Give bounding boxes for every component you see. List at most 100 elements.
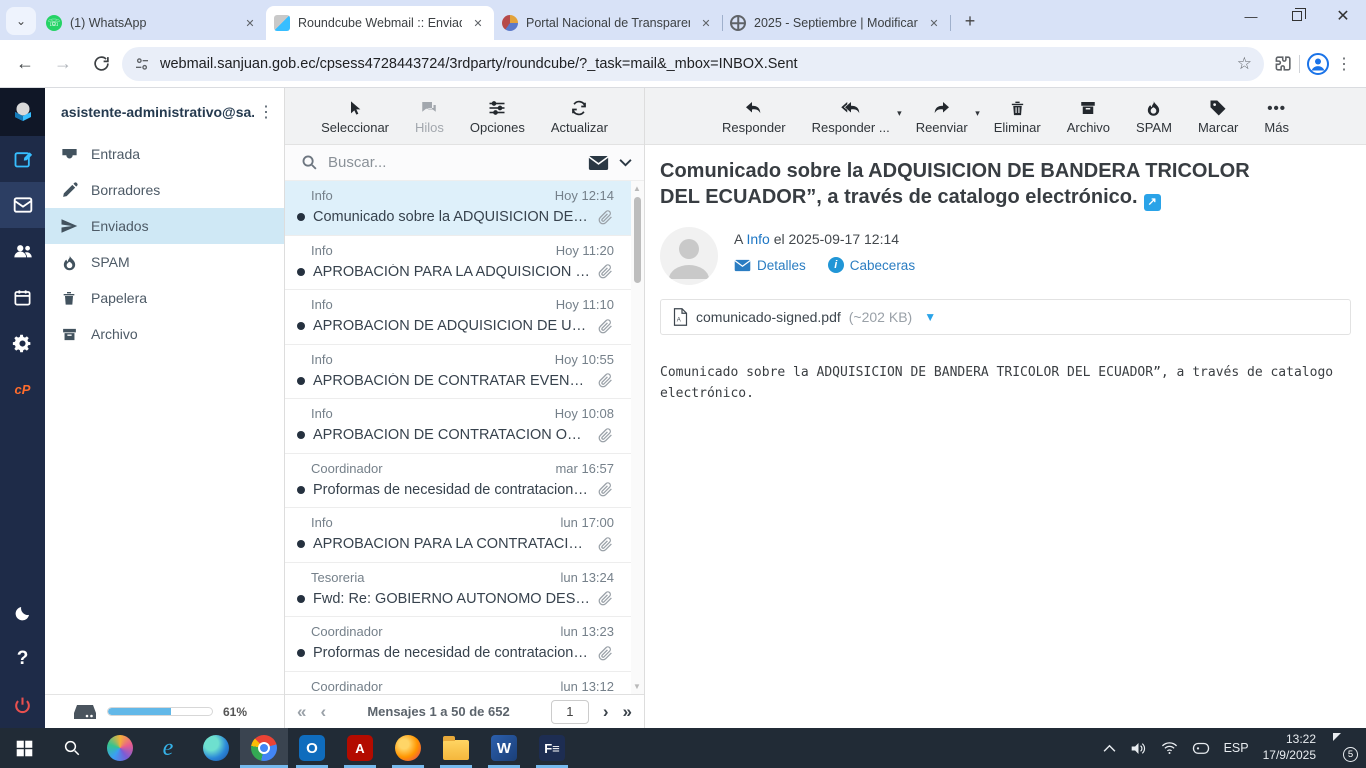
message-row[interactable]: Tesoreria lun 13:24 Fwd: Re: GOBIERNO AUT… (285, 563, 644, 617)
taskbar-search-button[interactable] (48, 728, 96, 768)
close-tab-icon[interactable]: ✕ (698, 15, 714, 31)
tab-septiembre[interactable]: 2025 - Septiembre | Modificar L ✕ (722, 6, 951, 40)
threads-button[interactable]: Hilos (415, 97, 444, 135)
chevron-down-icon[interactable] (619, 158, 632, 167)
extensions-icon[interactable] (1274, 54, 1293, 73)
folder-enviados[interactable]: Enviados (45, 208, 284, 244)
outlook-button[interactable]: O (288, 728, 336, 768)
close-window-button[interactable]: ✕ (1320, 0, 1366, 32)
last-page-icon[interactable]: » (623, 702, 632, 722)
message-row[interactable]: Info Hoy 11:10 APROBACION DE ADQUISICION … (285, 290, 644, 345)
message-row[interactable]: Info lun 17:00 APROBACION PARA LA CONTRAT… (285, 508, 644, 563)
start-button[interactable] (0, 728, 48, 768)
new-tab-button[interactable]: + (956, 7, 984, 35)
firmaec-button[interactable]: F≡ (528, 728, 576, 768)
tab-search-button[interactable]: ⌄ (6, 7, 36, 35)
message-row[interactable]: Coordinador lun 13:23 Proformas de necesi… (285, 617, 644, 672)
tab-whatsapp[interactable]: ☏ (1) WhatsApp ✕ (38, 6, 267, 40)
select-button[interactable]: Seleccionar (321, 97, 389, 135)
chrome-button[interactable] (240, 728, 288, 768)
minimize-button[interactable]: — (1228, 0, 1274, 32)
headers-toggle[interactable]: i Cabeceras (827, 257, 915, 274)
tab-roundcube[interactable]: Roundcube Webmail :: Enviados ✕ (266, 6, 494, 40)
delete-button[interactable]: Eliminar (994, 97, 1041, 135)
folder-entrada[interactable]: Entrada (45, 136, 284, 172)
message-row[interactable]: Coordinador mar 16:57 Proformas de necesi… (285, 454, 644, 508)
folder-papelera[interactable]: Papelera (45, 280, 284, 316)
attachment-item[interactable]: A comunicado-signed.pdf (~202 KB) ▼ (660, 299, 1351, 336)
compose-button[interactable] (0, 136, 45, 182)
close-tab-icon[interactable]: ✕ (470, 15, 486, 31)
message-row[interactable]: Info Hoy 12:14 Comunicado sobre la ADQUIS… (285, 181, 644, 236)
bookmark-star-icon[interactable]: ☆ (1237, 54, 1252, 74)
close-tab-icon[interactable]: ✕ (926, 15, 942, 31)
attachment-name[interactable]: comunicado-signed.pdf (696, 309, 841, 325)
archive-button[interactable]: Archivo (1067, 97, 1110, 135)
clock[interactable]: 13:22 17/9/2025 (1263, 732, 1316, 763)
search-scope-mail-icon[interactable] (588, 155, 609, 171)
page-number-input[interactable] (550, 699, 589, 724)
details-toggle[interactable]: Detalles (734, 257, 806, 273)
calendar-nav-button[interactable] (0, 274, 45, 320)
message-row[interactable]: Coordinador lun 13:12 (285, 672, 644, 695)
site-settings-icon[interactable] (134, 56, 150, 72)
prev-page-icon[interactable]: ‹ (320, 702, 326, 722)
mark-button[interactable]: Marcar (1198, 97, 1238, 135)
attachment-menu-icon[interactable]: ▼ (924, 310, 936, 324)
folder-spam[interactable]: SPAM (45, 244, 284, 280)
profile-avatar-icon[interactable] (1306, 52, 1330, 76)
internet-explorer-button[interactable]: e (144, 728, 192, 768)
logout-button[interactable] (0, 682, 45, 728)
settings-nav-button[interactable] (0, 320, 45, 366)
search-input[interactable] (328, 154, 578, 171)
forward-button[interactable]: Reenviar ▾ (916, 97, 980, 135)
forward-button[interactable]: → (46, 47, 80, 81)
more-button[interactable]: ••• Más (1264, 97, 1289, 135)
firefox-button[interactable] (384, 728, 432, 768)
reply-all-button[interactable]: Responder ... ▾ (812, 97, 902, 135)
open-in-new-window-icon[interactable]: ↗ (1143, 194, 1161, 212)
scroll-down-icon[interactable]: ▼ (633, 682, 642, 691)
word-button[interactable]: W (480, 728, 528, 768)
next-page-icon[interactable]: › (603, 702, 609, 722)
file-explorer-button[interactable] (432, 728, 480, 768)
wifi-icon[interactable] (1161, 741, 1178, 755)
folder-archivo[interactable]: Archivo (45, 316, 284, 352)
tray-expand-icon[interactable] (1103, 744, 1116, 753)
mail-nav-button[interactable] (0, 182, 45, 228)
browser-menu-icon[interactable]: ⋮ (1336, 54, 1352, 74)
language-indicator[interactable]: ESP (1224, 741, 1249, 755)
dark-mode-button[interactable] (0, 590, 45, 636)
caret-down-icon[interactable]: ▾ (975, 108, 980, 119)
address-bar[interactable]: webmail.sanjuan.gob.ec/cpsess4728443724/… (122, 46, 1264, 81)
edge-button[interactable] (192, 728, 240, 768)
spam-button[interactable]: SPAM (1136, 97, 1172, 135)
reload-button[interactable] (84, 47, 118, 81)
meet-now-icon[interactable] (1192, 741, 1210, 755)
close-tab-icon[interactable]: ✕ (242, 15, 258, 31)
caret-down-icon[interactable]: ▾ (897, 108, 902, 119)
cpanel-button[interactable]: cP (0, 366, 45, 412)
reply-button[interactable]: Responder (722, 97, 786, 135)
message-row[interactable]: Info Hoy 10:55 APROBACIÓN DE CONTRATAR EV… (285, 345, 644, 399)
folder-borradores[interactable]: Borradores (45, 172, 284, 208)
back-button[interactable]: ← (8, 47, 42, 81)
first-page-icon[interactable]: « (297, 702, 306, 722)
message-row[interactable]: Info Hoy 10:08 APROBACION DE CONTRATACION… (285, 399, 644, 454)
notification-center-button[interactable]: 5 (1330, 737, 1358, 762)
scroll-up-icon[interactable]: ▲ (633, 184, 642, 193)
help-button[interactable]: ? (0, 636, 45, 682)
recipient-link[interactable]: Info (746, 231, 769, 247)
folder-options-icon[interactable]: ⋮ (254, 102, 278, 122)
acrobat-button[interactable]: A (336, 728, 384, 768)
scrollbar-thumb[interactable] (634, 197, 641, 283)
tab-portal-transparencia[interactable]: Portal Nacional de Transparenc ✕ (494, 6, 723, 40)
options-button[interactable]: Opciones (470, 97, 525, 135)
copilot-button[interactable] (96, 728, 144, 768)
contacts-nav-button[interactable] (0, 228, 45, 274)
message-row[interactable]: Info Hoy 11:20 APROBACIÓN PARA LA ADQUISI… (285, 236, 644, 290)
list-scrollbar[interactable]: ▲ ▼ (631, 181, 644, 694)
refresh-button[interactable]: Actualizar (551, 97, 608, 135)
volume-icon[interactable] (1130, 741, 1147, 756)
restore-button[interactable] (1274, 0, 1320, 32)
